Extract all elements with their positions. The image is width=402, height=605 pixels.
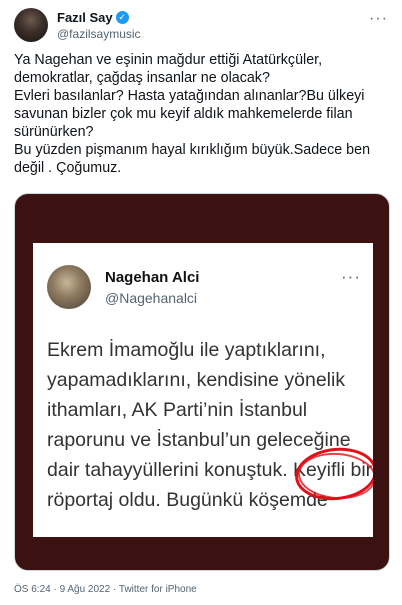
more-options-icon[interactable]: ··· xyxy=(369,10,388,28)
tweet-header: Fazıl Say ✓ @fazilsaymusic ··· xyxy=(14,8,390,42)
quoted-tweet-screenshot: Nagehan Alci @Nagehanalci ··· Ekrem İmam… xyxy=(33,243,373,537)
verified-badge-icon: ✓ xyxy=(115,11,129,24)
quoted-author-name: Nagehan Alci xyxy=(105,269,200,286)
quoted-more-icon: ··· xyxy=(341,267,361,286)
quoted-author-handle: @Nagehanalci xyxy=(105,290,198,306)
quoted-author-avatar xyxy=(47,265,91,309)
tweet-timestamp[interactable]: ÖS 6:24 · 9 Ağu 2022 · Twitter for iPhon… xyxy=(14,584,197,595)
author-avatar[interactable] xyxy=(14,8,48,42)
tweet-text: Ya Nagehan ve eşinin mağdur ettiği Atatü… xyxy=(14,52,371,176)
author-name-row[interactable]: Fazıl Say ✓ xyxy=(57,10,129,25)
tweet-media-image[interactable]: Nagehan Alci @Nagehanalci ··· Ekrem İmam… xyxy=(14,193,390,571)
author-name[interactable]: Fazıl Say xyxy=(57,10,113,25)
author-handle[interactable]: @fazilsaymusic xyxy=(57,27,141,41)
